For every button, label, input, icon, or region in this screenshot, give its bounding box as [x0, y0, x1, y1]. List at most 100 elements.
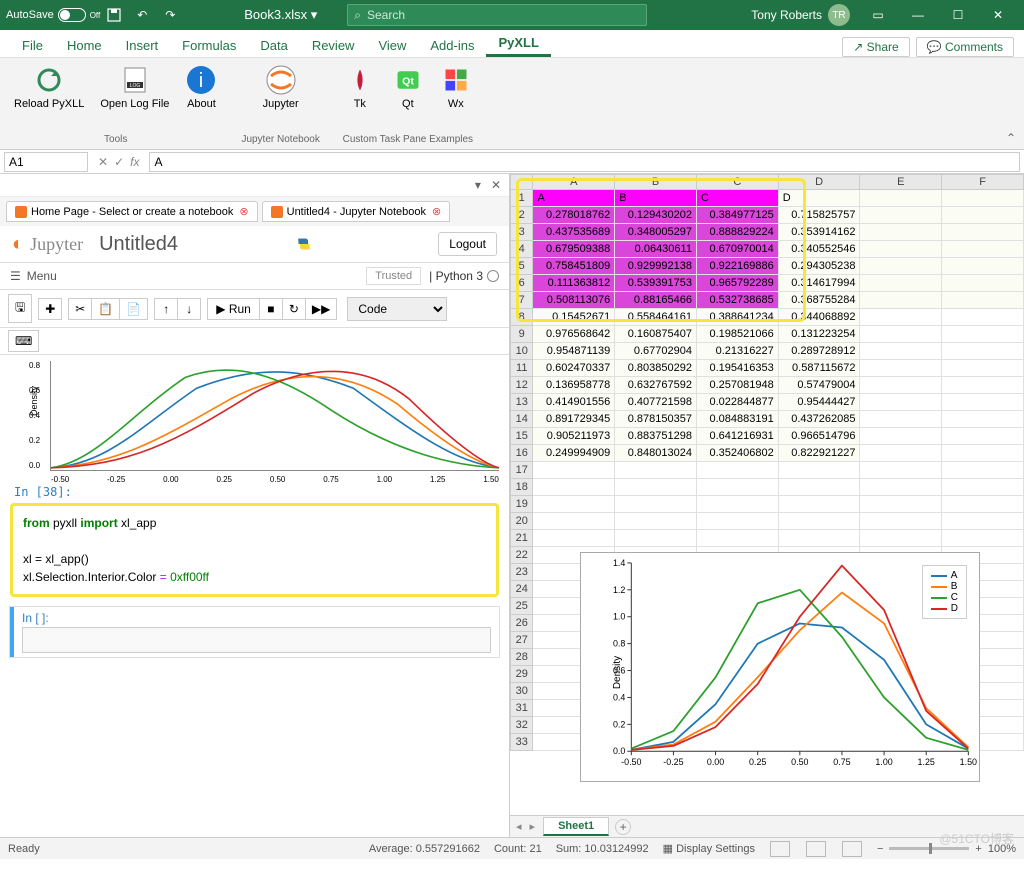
paste-button[interactable]: 📄 [119, 298, 148, 320]
cell[interactable] [860, 513, 942, 530]
row-header[interactable]: 15 [511, 428, 533, 445]
cell[interactable] [942, 360, 1024, 377]
cell[interactable]: 0.344068892 [778, 309, 860, 326]
cell[interactable]: 0.67702904 [615, 343, 697, 360]
cell[interactable]: 0.822921227 [778, 445, 860, 462]
row-header[interactable]: 13 [511, 394, 533, 411]
reload-pyxll-button[interactable]: Reload PyXLL [10, 62, 88, 112]
share-button[interactable]: ↗ Share [842, 37, 909, 57]
cell[interactable] [942, 411, 1024, 428]
sheet-nav-next[interactable]: ▸ [530, 820, 536, 833]
cell[interactable]: 0.15452671 [533, 309, 615, 326]
cell[interactable] [860, 343, 942, 360]
cell[interactable]: 0.111363812 [533, 275, 615, 292]
row-header[interactable]: 26 [511, 615, 533, 632]
cell[interactable]: 0.414901556 [533, 394, 615, 411]
row-header[interactable]: 5 [511, 258, 533, 275]
kernel-indicator[interactable]: | Python 3 [429, 269, 483, 283]
cell[interactable] [860, 360, 942, 377]
cell[interactable]: 0.539391753 [615, 275, 697, 292]
close-icon[interactable]: ⊗ [239, 205, 248, 218]
cell[interactable]: 0.131223254 [778, 326, 860, 343]
cut-button[interactable]: ✂ [68, 298, 92, 320]
cell[interactable] [942, 530, 1024, 547]
tab-file[interactable]: File [10, 34, 55, 57]
row-header[interactable]: 9 [511, 326, 533, 343]
row-header[interactable]: 33 [511, 734, 533, 751]
stop-button[interactable]: ■ [259, 298, 283, 320]
cell[interactable]: 0.965792289 [696, 275, 778, 292]
cell[interactable] [615, 530, 697, 547]
cell[interactable]: 0.888829224 [696, 224, 778, 241]
close-icon[interactable]: ✕ [978, 0, 1018, 30]
embedded-chart[interactable]: Density -0.50-0.250.000.250.500.751.001.… [580, 552, 980, 782]
col-header[interactable]: F [942, 175, 1024, 190]
cell[interactable]: 0.966514796 [778, 428, 860, 445]
row-header[interactable]: 28 [511, 649, 533, 666]
enter-formula-icon[interactable]: ✓ [114, 155, 124, 169]
cancel-formula-icon[interactable]: ✕ [98, 155, 108, 169]
move-down-button[interactable]: ↓ [177, 298, 201, 320]
add-sheet-button[interactable]: + [615, 819, 631, 835]
cell[interactable] [860, 496, 942, 513]
cell[interactable] [778, 479, 860, 496]
add-cell-button[interactable]: ✚ [38, 298, 62, 320]
cell[interactable]: 0.883751298 [615, 428, 697, 445]
row-header[interactable]: 25 [511, 598, 533, 615]
cell[interactable] [615, 496, 697, 513]
collapse-ribbon-icon[interactable]: ⌃ [1006, 131, 1016, 145]
row-header[interactable]: 11 [511, 360, 533, 377]
empty-cell[interactable]: In [ ]: [10, 607, 499, 657]
cell[interactable] [696, 513, 778, 530]
cell[interactable]: 0.384977125 [696, 207, 778, 224]
cell[interactable]: 0.353914162 [778, 224, 860, 241]
cell[interactable] [860, 207, 942, 224]
row-header[interactable]: 27 [511, 632, 533, 649]
minimize-icon[interactable]: — [898, 0, 938, 30]
view-normal[interactable] [770, 841, 790, 857]
cell[interactable] [942, 479, 1024, 496]
row-header[interactable]: 31 [511, 700, 533, 717]
logout-button[interactable]: Logout [438, 232, 497, 256]
row-header[interactable]: 29 [511, 666, 533, 683]
open-log-button[interactable]: LOGOpen Log File [96, 62, 173, 112]
cell[interactable]: D [778, 190, 860, 207]
cell[interactable]: 0.922169886 [696, 258, 778, 275]
row-header[interactable]: 18 [511, 479, 533, 496]
cell[interactable] [533, 479, 615, 496]
cell[interactable]: 0.758451809 [533, 258, 615, 275]
pane-close-icon[interactable]: ✕ [491, 178, 501, 192]
tab-addins[interactable]: Add-ins [418, 34, 486, 57]
row-header[interactable]: 20 [511, 513, 533, 530]
cell[interactable]: 0.602470337 [533, 360, 615, 377]
cell[interactable]: 0.084883191 [696, 411, 778, 428]
tab-insert[interactable]: Insert [114, 34, 171, 57]
cell[interactable]: 0.314617994 [778, 275, 860, 292]
cell[interactable]: 0.21316227 [696, 343, 778, 360]
row-header[interactable]: 12 [511, 377, 533, 394]
cell[interactable]: 0.388641234 [696, 309, 778, 326]
maximize-icon[interactable]: ☐ [938, 0, 978, 30]
cell[interactable] [696, 496, 778, 513]
cell[interactable] [942, 190, 1024, 207]
cell[interactable]: 0.803850292 [615, 360, 697, 377]
cell[interactable]: 0.022844877 [696, 394, 778, 411]
cell[interactable]: A [533, 190, 615, 207]
filename[interactable]: Book3.xlsx ▾ [244, 7, 317, 23]
tab-home[interactable]: Home [55, 34, 114, 57]
cell[interactable] [942, 207, 1024, 224]
cell[interactable]: 0.954871139 [533, 343, 615, 360]
cell[interactable] [942, 513, 1024, 530]
cell[interactable] [942, 309, 1024, 326]
cell[interactable] [860, 445, 942, 462]
cell[interactable]: 0.848013024 [615, 445, 697, 462]
row-header[interactable]: 19 [511, 496, 533, 513]
col-header[interactable]: C [696, 175, 778, 190]
cell[interactable]: 0.95444427 [778, 394, 860, 411]
cell[interactable] [860, 275, 942, 292]
notebook-title[interactable]: Untitled4 [99, 233, 178, 256]
row-header[interactable]: 14 [511, 411, 533, 428]
cell[interactable]: 0.195416353 [696, 360, 778, 377]
cell[interactable] [860, 241, 942, 258]
zoom-slider[interactable] [889, 847, 969, 850]
